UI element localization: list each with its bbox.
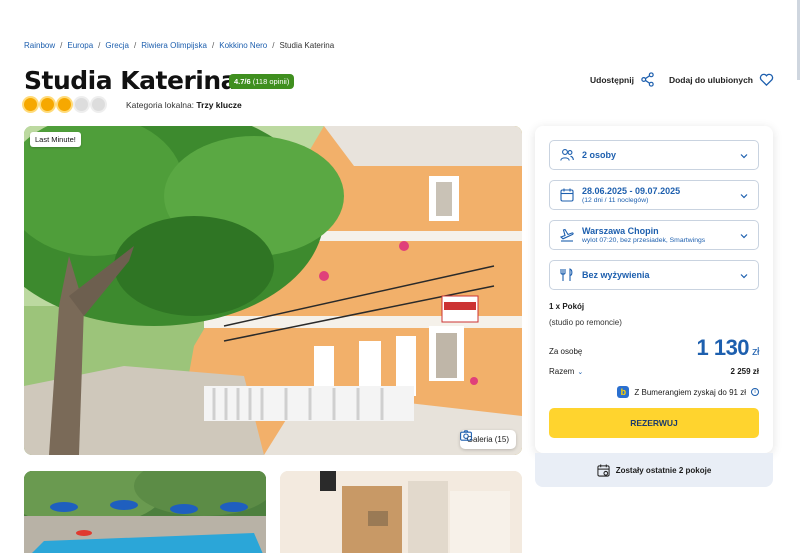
- departure-selector[interactable]: Warszawa Chopin wylot 07:20, bez przesia…: [549, 220, 759, 250]
- breadcrumb-link-rainbow[interactable]: Rainbow: [24, 41, 55, 50]
- booking-panel: 2 osoby 28.06.2025 - 09.07.2025 (12 dni …: [535, 126, 773, 453]
- page-title: Studia Katerina: [24, 66, 238, 95]
- breadcrumb-link-grecja[interactable]: Grecja: [105, 41, 129, 50]
- rating-badge[interactable]: 4.7/6 (118 opinii): [229, 74, 295, 89]
- sun-icon: [24, 98, 37, 111]
- departure-details: wylot 07:20, bez przesiadek, Smartwings: [582, 237, 706, 244]
- chevron-down-icon: [740, 154, 748, 159]
- last-minute-badge: Last Minute!: [30, 132, 81, 147]
- bonus-text: Z Bumerangiem zyskaj do 91 zł: [634, 387, 746, 397]
- add-favorite-button[interactable]: Dodaj do ulubionych: [669, 72, 774, 87]
- plane-icon: [560, 228, 574, 242]
- reserve-button[interactable]: REZERWUJ: [549, 408, 759, 438]
- hotel-photo: [24, 126, 522, 455]
- price-value: 1 130: [696, 335, 750, 360]
- board-selector[interactable]: Bez wyżywienia: [549, 260, 759, 290]
- departure-airport: Warszawa Chopin: [582, 226, 659, 236]
- last-rooms-text: Zostały ostatnie 2 pokoje: [615, 465, 712, 475]
- dates-duration: (12 dni / 11 noclegów): [582, 197, 649, 204]
- calendar-icon: [560, 188, 574, 202]
- bonus-info: b Z Bumerangiem zyskaj do 91 zł i: [617, 386, 759, 398]
- breadcrumb-current: Studia Katerina: [279, 41, 335, 50]
- share-label: Udostępnij: [590, 74, 634, 85]
- total-price: 2 259 zł: [730, 367, 759, 376]
- dates-selector[interactable]: 28.06.2025 - 09.07.2025 (12 dni / 11 noc…: [549, 180, 759, 210]
- sun-icon: [58, 98, 71, 111]
- breadcrumb-separator: /: [60, 41, 63, 50]
- favorite-label: Dodaj do ulubionych: [668, 74, 753, 85]
- breadcrumb-link-riwiera[interactable]: Riwiera Olimpijska: [141, 41, 207, 50]
- gallery-button[interactable]: Galeria (15): [459, 430, 516, 449]
- chevron-down-icon: [740, 234, 748, 239]
- sun-icon: [41, 98, 54, 111]
- bumerang-logo-icon: b: [617, 386, 630, 398]
- share-icon: [641, 72, 654, 87]
- room-note: (studio po remoncie): [549, 318, 622, 327]
- camera-icon: [459, 430, 472, 441]
- breadcrumb: Rainbow / Europa / Grecja / Riwiera Olim…: [24, 41, 334, 50]
- total-label: Razem: [549, 367, 575, 376]
- pool-photo: [24, 471, 266, 553]
- thumbnail-room[interactable]: [280, 471, 522, 553]
- gallery-label: Galeria (15): [466, 435, 509, 444]
- breadcrumb-link-europa[interactable]: Europa: [67, 41, 93, 50]
- chevron-down-icon: [740, 194, 748, 199]
- sun-icon: [92, 98, 105, 111]
- share-button[interactable]: Udostępnij: [590, 72, 655, 87]
- last-rooms-notice: Zostały ostatnie 2 pokoje: [535, 453, 773, 487]
- category-value: Trzy klucze: [196, 100, 242, 110]
- breadcrumb-link-kokkino-nero[interactable]: Kokkino Nero: [219, 41, 267, 50]
- per-person-label: Za osobę: [549, 347, 583, 356]
- local-category: Kategoria lokalna: Trzy klucze: [126, 100, 242, 110]
- price-currency: zł: [752, 346, 759, 358]
- breadcrumb-separator: /: [98, 41, 101, 50]
- guests-value: 2 osoby: [582, 150, 617, 160]
- chevron-down-icon: [740, 274, 748, 279]
- room-photo: [280, 471, 522, 553]
- rating-score: 4.7/6: [234, 77, 251, 86]
- star-rating: [24, 98, 105, 111]
- dates-value: 28.06.2025 - 09.07.2025: [582, 186, 681, 196]
- breadcrumb-separator: /: [133, 41, 137, 50]
- chevron-down-icon: ⌄: [577, 369, 584, 376]
- hero-image[interactable]: Last Minute! Galeria (15): [24, 126, 522, 455]
- info-icon[interactable]: i: [751, 388, 759, 396]
- price-per-person: 1 130 zł: [696, 335, 759, 361]
- thumbnail-pool[interactable]: [24, 471, 266, 553]
- cutlery-icon: [560, 268, 573, 281]
- sun-icon: [75, 98, 88, 111]
- calendar-alert-icon: [597, 463, 610, 477]
- guests-selector[interactable]: 2 osoby: [549, 140, 759, 170]
- heart-icon: [759, 73, 774, 87]
- header-actions: Udostępnij Dodaj do ulubionych: [590, 72, 774, 87]
- breadcrumb-separator: /: [272, 41, 275, 50]
- board-value: Bez wyżywienia: [582, 270, 650, 280]
- breadcrumb-separator: /: [212, 41, 215, 50]
- people-icon: [560, 149, 574, 161]
- total-toggle[interactable]: Razem ⌄: [549, 367, 583, 376]
- rating-count: (118 opinii): [252, 77, 290, 86]
- room-type: 1 x Pokój: [549, 302, 585, 311]
- category-label: Kategoria lokalna:: [126, 100, 195, 110]
